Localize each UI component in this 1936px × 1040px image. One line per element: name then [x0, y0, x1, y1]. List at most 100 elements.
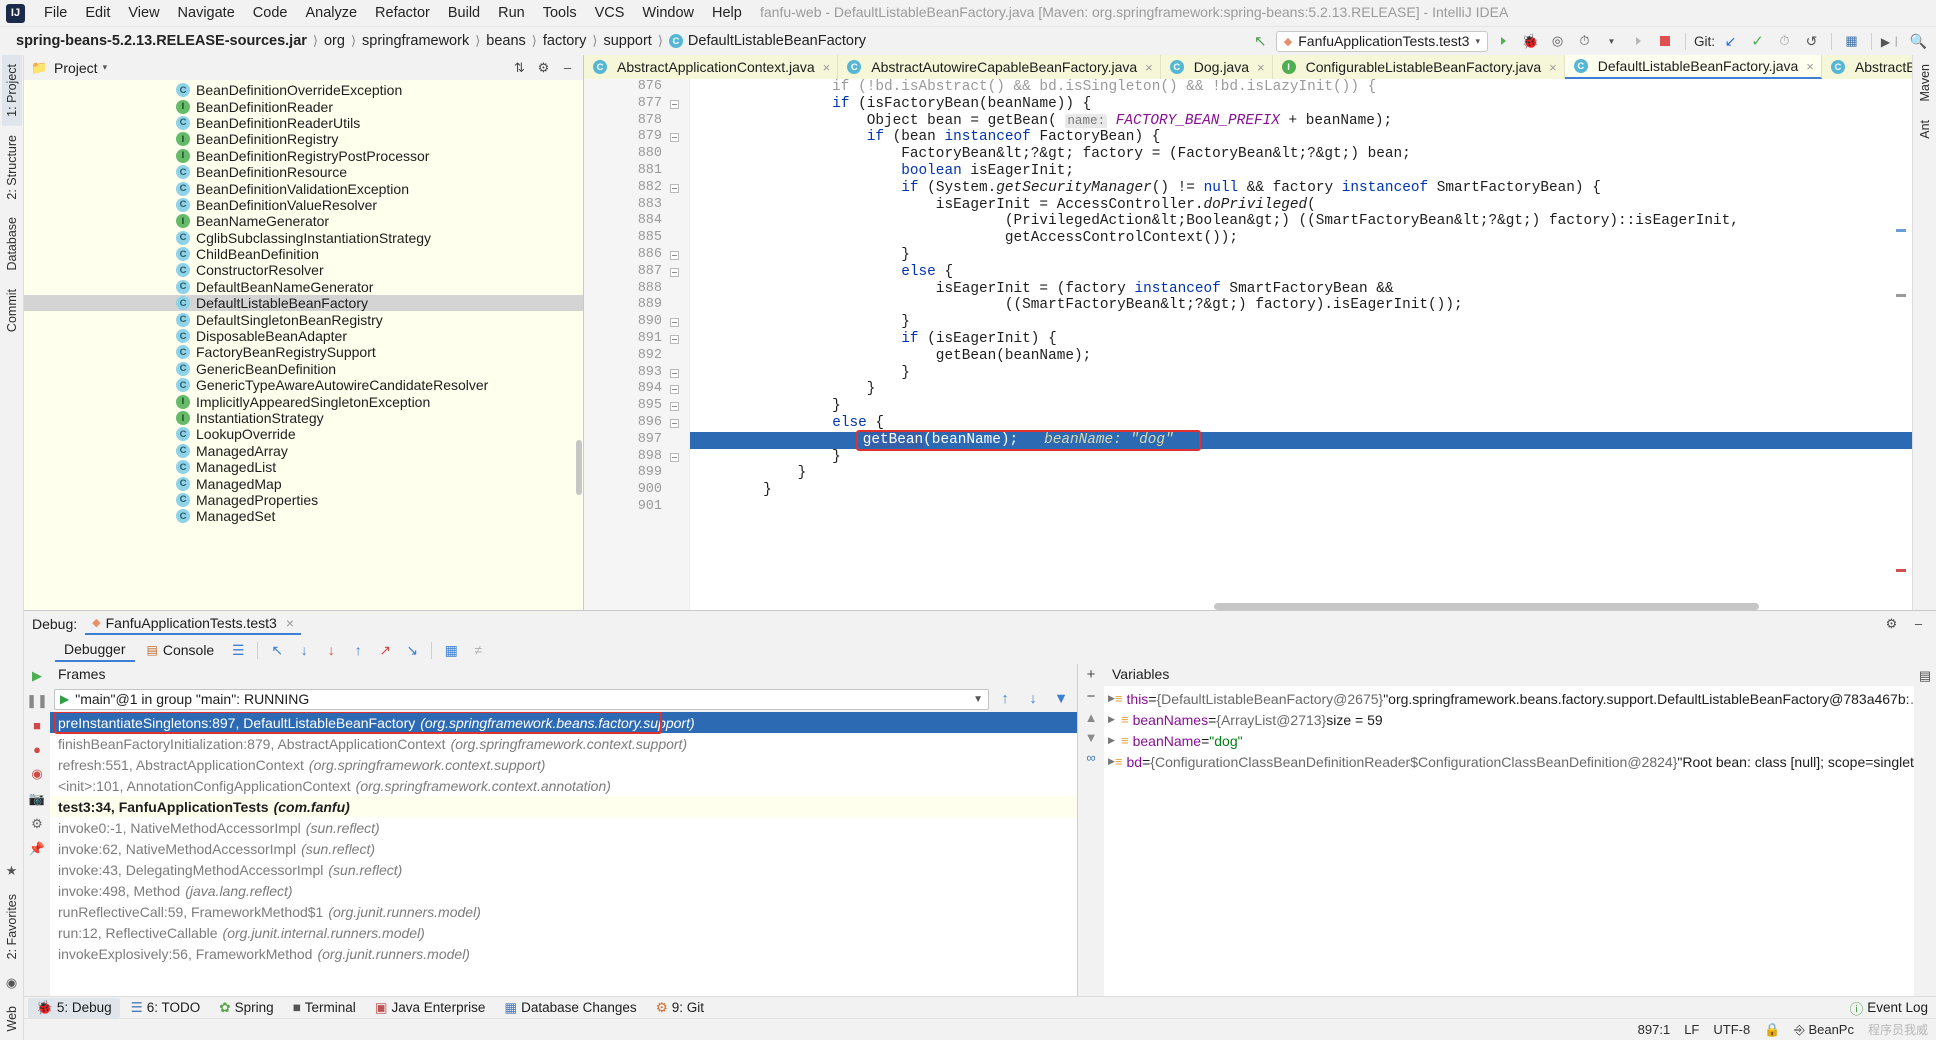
menu-item-navigate[interactable]: Navigate	[169, 2, 244, 24]
project-tree[interactable]: C BeanDefinitionOverrideException I BeanDef…	[24, 80, 583, 610]
move-watch-up-icon[interactable]: ▲	[1085, 710, 1098, 725]
git-commit-icon[interactable]: ✓	[1746, 31, 1769, 52]
frame-row[interactable]: invoke:62, NativeMethodAccessorImpl (sun.…	[50, 838, 1077, 859]
project-tree-item[interactable]: C ConstructorResolver	[24, 262, 583, 278]
menu-item-refactor[interactable]: Refactor	[366, 2, 439, 24]
event-log-button[interactable]: ⓘ Event Log	[1842, 996, 1936, 1020]
project-tree-item[interactable]: I InstantiationStrategy	[24, 410, 583, 426]
project-tree-item[interactable]: C DefaultBeanNameGenerator	[24, 279, 583, 295]
project-tree-item[interactable]: C ChildBeanDefinition	[24, 246, 583, 262]
code-fold-icon[interactable]	[670, 335, 679, 344]
expand-arrow-icon[interactable]: ▶	[1108, 735, 1121, 746]
frame-row[interactable]: runReflectiveCall:59, FrameworkMethod$1(…	[50, 901, 1077, 922]
variable-row[interactable]: ▶ ≡ this = {DefaultListableBeanFactory@267…	[1104, 688, 1914, 709]
run-button[interactable]	[1492, 31, 1515, 52]
frames-up-icon[interactable]: ↑	[993, 688, 1017, 710]
sidebar-tab-commit[interactable]: Commit	[2, 280, 22, 341]
profile-button[interactable]: ⏱	[1573, 31, 1596, 52]
remove-watch-icon[interactable]: −	[1087, 688, 1096, 705]
menu-item-help[interactable]: Help	[703, 2, 751, 24]
editor-tab[interactable]: C AbstractAutowireCapableBeanFactory.java…	[838, 55, 1161, 79]
project-tree-item[interactable]: C ManagedMap	[24, 475, 583, 492]
close-tab-icon[interactable]: ×	[1257, 60, 1265, 75]
code-fold-icon[interactable]	[670, 452, 679, 462]
code-fold-icon[interactable]	[670, 385, 679, 395]
search-everywhere-icon[interactable]: 🔍	[1907, 31, 1930, 52]
tab-debugger[interactable]: Debugger	[55, 638, 135, 662]
variables-list[interactable]: ▶ ≡ this = {DefaultListableBeanFactory@267…	[1104, 686, 1914, 996]
project-tree-item[interactable]: C BeanDefinitionOverrideException	[24, 82, 583, 98]
evaluate-expression-icon[interactable]: ▦	[439, 639, 463, 661]
project-tree-item[interactable]: C ManagedProperties	[24, 492, 583, 508]
git-update-icon[interactable]: ↙	[1719, 31, 1742, 52]
close-tab-icon[interactable]: ×	[1806, 59, 1814, 74]
bottom-tab-java-enterprise[interactable]: ▣ Java Enterprise	[367, 998, 494, 1018]
frame-row[interactable]: <init>:101, AnnotationConfigApplicationC…	[50, 775, 1077, 796]
project-tree-item[interactable]: C BeanDefinitionResource	[24, 164, 583, 180]
line-separator[interactable]: LF	[1684, 1022, 1699, 1037]
project-tree-item[interactable]: C FactoryBeanRegistrySupport	[24, 344, 583, 360]
code-fold-icon[interactable]	[670, 318, 679, 328]
sidebar-tab-favorites[interactable]: 2: Favorites	[2, 885, 22, 968]
hide-debug-window-icon[interactable]: –	[1909, 614, 1928, 633]
lock-icon[interactable]: 🔒	[1764, 1022, 1780, 1038]
frame-row[interactable]: finishBeanFactoryInitialization:879, Abs…	[50, 733, 1077, 754]
hide-tool-window-icon[interactable]: –	[558, 58, 577, 77]
breadcrumb-item-support[interactable]: support	[603, 33, 651, 49]
bottom-tab-todo[interactable]: ☰ 6: TODO	[123, 998, 209, 1018]
menu-item-run[interactable]: Run	[489, 2, 534, 24]
project-tree-item[interactable]: C GenericTypeAwareAutowireCandidateResolv…	[24, 377, 583, 393]
code-fold-icon[interactable]	[670, 251, 679, 260]
expand-arrow-icon[interactable]: ▶	[1108, 693, 1115, 704]
mute-breakpoints-icon[interactable]: ≠	[466, 639, 490, 661]
frame-row[interactable]: test3:34, FanfuApplicationTests (com.fanf…	[50, 796, 1077, 817]
breadcrumb-item-beans[interactable]: beans	[486, 33, 526, 49]
bottom-tab-spring[interactable]: ✿ Spring	[211, 998, 281, 1018]
menu-item-file[interactable]: File	[35, 2, 76, 24]
menu-item-vcs[interactable]: VCS	[586, 2, 634, 24]
resume-program-icon[interactable]: ▶	[32, 668, 42, 684]
step-out-icon[interactable]: ↑	[346, 639, 370, 661]
frame-row[interactable]: invoke:498, Method (java.lang.reflect)	[50, 880, 1077, 901]
expand-arrow-icon[interactable]: ▶	[1108, 714, 1121, 725]
code-fold-icon[interactable]	[670, 133, 679, 143]
sidebar-tab-database[interactable]: Database	[2, 208, 22, 280]
run-with-coverage-button[interactable]: ◎	[1546, 31, 1569, 52]
project-title-group[interactable]: 📁 Project ▾	[30, 58, 107, 77]
git-branch-indicator[interactable]: ⎆ BeanPc	[1794, 1022, 1854, 1038]
debug-settings-gear-icon[interactable]: ⚙	[1882, 614, 1901, 633]
variable-row[interactable]: ▶ ≡ beanName = "dog"	[1104, 730, 1914, 751]
menu-item-code[interactable]: Code	[244, 2, 297, 24]
restore-layout-icon[interactable]: ▤	[1919, 668, 1931, 684]
project-tree-item[interactable]: C BeanDefinitionReaderUtils	[24, 115, 583, 131]
project-tree-item[interactable]: C DefaultListableBeanFactory	[24, 295, 583, 312]
add-watch-icon[interactable]: +	[1087, 666, 1096, 683]
force-step-into-icon[interactable]: ↗	[373, 639, 397, 661]
sidebar-tab-ant[interactable]: Ant	[1915, 111, 1935, 148]
caret-position[interactable]: 897:1	[1638, 1022, 1671, 1037]
code-fold-icon[interactable]	[670, 402, 679, 412]
web-globe-icon[interactable]: ◉	[6, 975, 17, 991]
frame-row[interactable]: invoke0:-1, NativeMethodAccessorImpl (sun…	[50, 817, 1077, 838]
breadcrumb-item-springframework[interactable]: springframework	[362, 33, 469, 49]
bottom-tab-terminal[interactable]: ■ Terminal	[285, 998, 364, 1017]
bottom-tab-debug[interactable]: 🐞 5: Debug	[28, 997, 120, 1018]
sidebar-tab-project[interactable]: 1: Project	[1, 55, 22, 126]
mute-breakpoints-side-icon[interactable]: ◉	[31, 766, 42, 782]
get-thread-dump-icon[interactable]: 📷	[29, 791, 45, 807]
frames-down-icon[interactable]: ↓	[1021, 688, 1045, 710]
profile-dropdown-icon[interactable]: ▼	[1600, 31, 1623, 52]
pin-tab-icon[interactable]: 📌	[29, 841, 45, 857]
editor-tab[interactable]: C Dog.java ×	[1160, 55, 1273, 79]
stop-program-icon[interactable]: ■	[33, 718, 41, 733]
project-tree-item[interactable]: C BeanDefinitionValueResolver	[24, 197, 583, 213]
menu-item-view[interactable]: View	[119, 2, 168, 24]
menu-item-edit[interactable]: Edit	[76, 2, 119, 24]
variable-row[interactable]: ▶ ≡ beanNames = {ArrayList@2713} size = 59	[1104, 709, 1914, 730]
variable-row[interactable]: ▶ ≡ bd = {ConfigurationClassBeanDefinition…	[1104, 751, 1914, 772]
pause-program-icon[interactable]: ❚❚	[26, 693, 48, 709]
project-tree-item[interactable]: C ManagedSet	[24, 508, 583, 524]
frame-row[interactable]: invokeExplosively:56, FrameworkMethod (or…	[50, 943, 1077, 964]
code-content[interactable]: if (!bd.isAbstract() && bd.isSingleton()…	[690, 79, 1912, 610]
bottom-tab-database-changes[interactable]: ▦ Database Changes	[496, 998, 644, 1018]
